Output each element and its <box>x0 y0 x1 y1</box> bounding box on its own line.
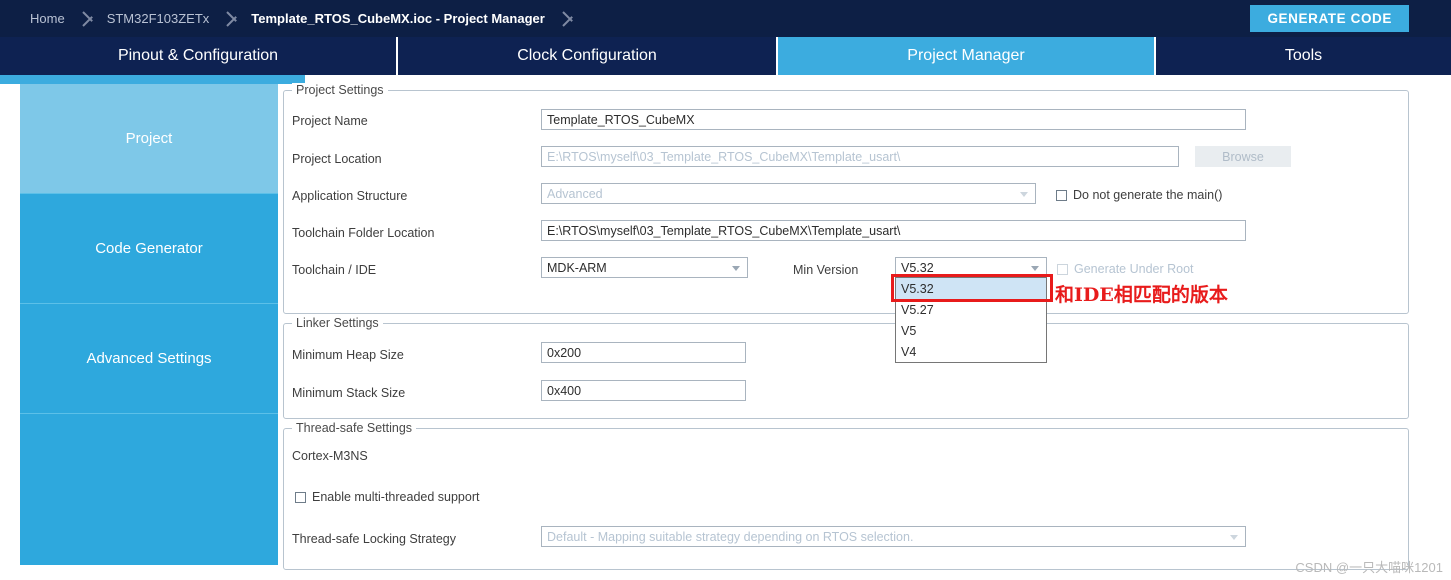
annotation-text: 和IDE相匹配的版本 <box>1055 284 1228 306</box>
sidebar-item-project[interactable]: Project <box>20 84 278 194</box>
chevron-down-icon <box>1230 534 1238 540</box>
main-tab-bar: Pinout & Configuration Clock Configurati… <box>0 37 1451 75</box>
do-not-generate-main-label: Do not generate the main() <box>1073 188 1223 202</box>
min-version-value: V5.32 <box>901 260 934 275</box>
toolchain-ide-label: Toolchain / IDE <box>292 263 377 277</box>
breadcrumb-current-label: Template_RTOS_CubeMX.ioc - Project Manag… <box>251 11 545 26</box>
sidebar-item-advanced-settings[interactable]: Advanced Settings <box>20 304 278 414</box>
project-location-input[interactable]: E:\RTOS\myself\03_Template_RTOS_CubeMX\T… <box>541 146 1179 167</box>
tab-pinout-configuration[interactable]: Pinout & Configuration <box>0 37 398 75</box>
tab-accent-strip-gap <box>305 75 1451 84</box>
checkbox-box-icon <box>1056 189 1067 201</box>
project-name-label: Project Name <box>292 114 368 128</box>
toolchain-ide-select[interactable]: MDK-ARM <box>541 257 748 278</box>
min-version-select[interactable]: V5.32 <box>895 257 1047 278</box>
locking-strategy-value: Default - Mapping suitable strategy depe… <box>547 529 914 544</box>
breadcrumb-chevron-icon <box>221 0 247 37</box>
min-version-dropdown-list[interactable]: V5.32 V5.27 V5 V4 <box>895 277 1047 363</box>
core-label: Cortex-M3NS <box>292 449 368 463</box>
sidebar-item-code-generator[interactable]: Code Generator <box>20 194 278 304</box>
breadcrumb-item-current[interactable]: Template_RTOS_CubeMX.ioc - Project Manag… <box>247 0 557 37</box>
min-version-label: Min Version <box>793 263 859 277</box>
generate-code-button[interactable]: GENERATE CODE <box>1250 5 1409 32</box>
application-structure-label: Application Structure <box>292 189 408 203</box>
do-not-generate-main-checkbox[interactable]: Do not generate the main() <box>1056 188 1222 202</box>
checkbox-box-icon <box>295 491 306 503</box>
min-version-option-3[interactable]: V4 <box>896 341 1046 362</box>
checkbox-box-icon <box>1057 263 1068 275</box>
enable-multi-threaded-support-checkbox[interactable]: Enable multi-threaded support <box>295 490 479 504</box>
project-settings-title: Project Settings <box>292 83 388 97</box>
breadcrumb-chevron-icon <box>557 0 583 37</box>
toolchain-folder-location-input[interactable]: E:\RTOS\myself\03_Template_RTOS_CubeMX\T… <box>541 220 1246 241</box>
minimum-stack-size-input[interactable]: 0x400 <box>541 380 746 401</box>
chevron-down-icon <box>732 265 740 271</box>
min-version-option-0[interactable]: V5.32 <box>896 278 1046 299</box>
watermark: CSDN @一只大喵咪1201 <box>1295 560 1443 575</box>
breadcrumb-item-mcu[interactable]: STM32F103ZETx <box>103 0 222 37</box>
tab-clock-configuration[interactable]: Clock Configuration <box>398 37 778 75</box>
locking-strategy-label: Thread-safe Locking Strategy <box>292 532 456 546</box>
browse-button[interactable]: Browse <box>1195 146 1291 167</box>
sidebar-filler <box>20 414 278 565</box>
tab-tools[interactable]: Tools <box>1156 37 1451 75</box>
enable-multi-threaded-support-label: Enable multi-threaded support <box>312 490 480 504</box>
generate-under-root-checkbox[interactable]: Generate Under Root <box>1057 262 1194 276</box>
project-location-label: Project Location <box>292 152 382 166</box>
breadcrumb: Home STM32F103ZETx Template_RTOS_CubeMX.… <box>18 0 583 37</box>
minimum-heap-size-label: Minimum Heap Size <box>292 348 404 362</box>
breadcrumb-item-home[interactable]: Home <box>18 0 77 37</box>
chevron-down-icon <box>1031 265 1039 271</box>
project-manager-sidebar: Project Code Generator Advanced Settings <box>20 84 278 565</box>
tab-project-manager[interactable]: Project Manager <box>778 37 1156 75</box>
breadcrumb-home-label: Home <box>30 11 65 26</box>
locking-strategy-select[interactable]: Default - Mapping suitable strategy depe… <box>541 526 1246 547</box>
linker-settings-group: Linker Settings <box>283 316 1409 419</box>
application-structure-value: Advanced <box>547 186 603 201</box>
application-structure-select[interactable]: Advanced <box>541 183 1036 204</box>
linker-settings-title: Linker Settings <box>292 316 383 330</box>
chevron-down-icon <box>1020 191 1028 197</box>
minimum-heap-size-input[interactable]: 0x200 <box>541 342 746 363</box>
project-manager-panel: Project Settings Project Name Template_R… <box>281 83 1451 580</box>
project-name-input[interactable]: Template_RTOS_CubeMX <box>541 109 1246 130</box>
toolchain-folder-location-label: Toolchain Folder Location <box>292 226 435 240</box>
min-version-option-1[interactable]: V5.27 <box>896 299 1046 320</box>
generate-under-root-label: Generate Under Root <box>1074 262 1194 276</box>
thread-safe-settings-title: Thread-safe Settings <box>292 421 417 435</box>
breadcrumb-mcu-label: STM32F103ZETx <box>106 11 210 26</box>
minimum-stack-size-label: Minimum Stack Size <box>292 386 406 400</box>
min-version-option-2[interactable]: V5 <box>896 320 1046 341</box>
top-bar: Home STM32F103ZETx Template_RTOS_CubeMX.… <box>0 0 1451 37</box>
breadcrumb-chevron-icon <box>77 0 103 37</box>
toolchain-ide-value: MDK-ARM <box>547 260 607 275</box>
